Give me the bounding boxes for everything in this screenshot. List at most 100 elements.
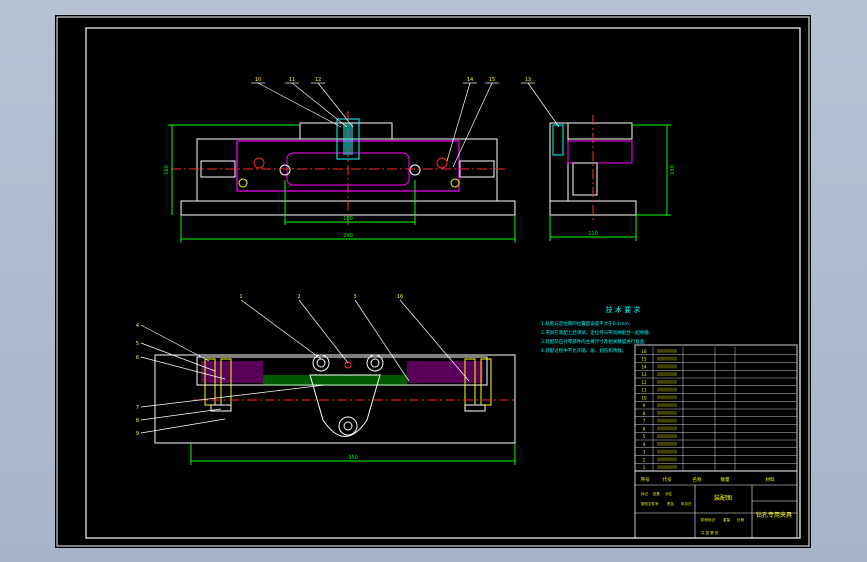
- parts-row-number: 2: [643, 457, 646, 462]
- tech-req-item: 4.装配过程中不允许磕、碰、划伤和锈蚀。: [541, 347, 626, 354]
- leader-line: [452, 82, 493, 168]
- leader-line: [354, 299, 410, 382]
- parts-row-number: 3: [643, 450, 646, 455]
- parts-row-number: 4: [643, 442, 646, 447]
- parts-row-number: 13: [641, 372, 647, 377]
- balloon-label: 1: [239, 294, 242, 300]
- parts-row-number: 11: [641, 388, 647, 393]
- parts-grid: 16 15 14 13 12 11 10 9 8 7 6 5 4 3 2 1: [635, 347, 797, 472]
- parts-row-number: 9: [643, 403, 646, 408]
- balloon-label: 8: [136, 418, 139, 424]
- assembly-drawing: 290 180 160 10 11 12 14 15 110 130 13 35…: [56, 16, 810, 547]
- balloon-label: 7: [136, 405, 139, 411]
- balloon-label: 12: [315, 77, 321, 83]
- product-name: 钻孔专用夹具: [756, 511, 792, 519]
- leader-line: [317, 82, 354, 128]
- parts-row-code: [657, 364, 677, 369]
- parts-row-code: [657, 395, 677, 400]
- parts-row-number: 5: [643, 434, 646, 439]
- drawing-name: 装配图: [714, 494, 732, 502]
- hole: [238, 178, 248, 188]
- parts-row-code: [657, 426, 677, 431]
- parts-row-number: 16: [641, 349, 647, 354]
- parts-row-code: [657, 449, 677, 454]
- drawing-sheet: 290 180 160 10 11 12 14 15 110 130 13 35…: [55, 15, 811, 548]
- tech-req-item: 2.夹具在装配上后调试，定位件与夹具体配合一起修磨;: [541, 329, 650, 336]
- parts-row-code: [657, 457, 677, 462]
- hole: [409, 164, 421, 176]
- pivot: [316, 358, 326, 368]
- balloon-label: 14: [467, 77, 473, 83]
- technical-requirements: 技 术 要 求 1.钻套与定位销的位置度误差不大于0.1mm; 2.夹具在装配上…: [541, 305, 650, 354]
- tech-req-item: 1.钻套与定位销的位置度误差不大于0.1mm;: [541, 320, 630, 327]
- stage-label: 阶段标记: [701, 517, 715, 522]
- dim-height: 160: [164, 165, 170, 175]
- top-view: 290 180 160 10 11 12 14 15: [164, 77, 516, 243]
- parts-row-code: [657, 387, 677, 392]
- hole: [450, 178, 460, 188]
- balloon-label: 11: [289, 77, 295, 83]
- leader-line: [257, 82, 342, 128]
- leader-line: [527, 82, 560, 128]
- balloon-label: 6: [136, 355, 139, 361]
- leader-line: [298, 299, 349, 364]
- parts-row-number: 1: [643, 465, 646, 470]
- side-dim-height: 130: [670, 165, 676, 175]
- side-dim-width: 110: [588, 231, 598, 237]
- balloon-label: 10: [255, 77, 261, 83]
- sheet-count: 共 张 第 张: [701, 530, 719, 535]
- header-cell: 代号: [663, 476, 672, 483]
- tech-req-item: 3.装配前应对零部件的主要尺寸及相关精度进行复查;: [541, 338, 646, 345]
- parts-row-number: 14: [641, 364, 647, 369]
- front-view: 350 1 2 3 16 4 5 6 7 8 9: [136, 294, 516, 465]
- balloon-label: 16: [397, 294, 403, 300]
- parts-row-number: 8: [643, 411, 646, 416]
- title-block: 16 15 14 13 12 11 10 9 8 7 6 5 4 3 2 1 序号 代号 名称 数量 材料 装…: [634, 344, 798, 539]
- sign-label: 签名: [667, 501, 674, 506]
- side-clamp: [567, 140, 633, 164]
- parts-row-code: [657, 465, 677, 469]
- balloon-label: 13: [525, 77, 531, 83]
- dim-width: 290: [343, 233, 353, 239]
- dim-inner: 180: [343, 216, 353, 222]
- header-cell: 材料: [766, 476, 775, 483]
- balloon-label: 5: [136, 341, 139, 347]
- sign-label: 处数: [653, 491, 661, 496]
- tech-req-title: 技 术 要 求: [606, 305, 641, 314]
- parts-row-number: 7: [643, 419, 646, 424]
- sign-label: 标记: [641, 491, 649, 496]
- parts-row-code: [657, 349, 677, 353]
- parts-row-code: [657, 372, 677, 376]
- side-bushing: [552, 124, 564, 156]
- side-view: 110 130 13: [521, 77, 676, 241]
- pivot-lower: [338, 416, 358, 436]
- parts-row-number: 12: [641, 380, 647, 385]
- parts-row-code: [657, 442, 677, 446]
- parts-row-number: 6: [643, 426, 646, 431]
- stage-label: 重量: [723, 517, 731, 522]
- leader-line: [140, 418, 226, 434]
- balloon-label: 2: [297, 294, 300, 300]
- pivot-lower: [343, 421, 353, 431]
- leader-line: [291, 82, 348, 128]
- sign-label: 更改文件号: [641, 501, 659, 506]
- hatch-zone: [407, 361, 483, 383]
- balloon-label: 9: [136, 431, 139, 437]
- leader-line: [240, 299, 322, 360]
- hole: [436, 157, 448, 169]
- balloon-label: 3: [353, 294, 356, 300]
- parts-row-code: [657, 411, 677, 415]
- balloon-label: 15: [489, 77, 495, 83]
- hole: [253, 157, 265, 169]
- parts-row-code: [657, 356, 677, 361]
- parts-row-number: 15: [641, 357, 647, 362]
- parts-row-code: [657, 403, 677, 407]
- leader-line: [140, 408, 222, 421]
- sign-label: 分区: [665, 491, 673, 496]
- parts-row-code: [657, 418, 677, 423]
- parts-row-number: 10: [641, 395, 647, 400]
- hatch-zone: [201, 361, 263, 383]
- leader-line: [140, 384, 326, 408]
- screw-right: [464, 404, 486, 412]
- side-top-block: [567, 122, 633, 140]
